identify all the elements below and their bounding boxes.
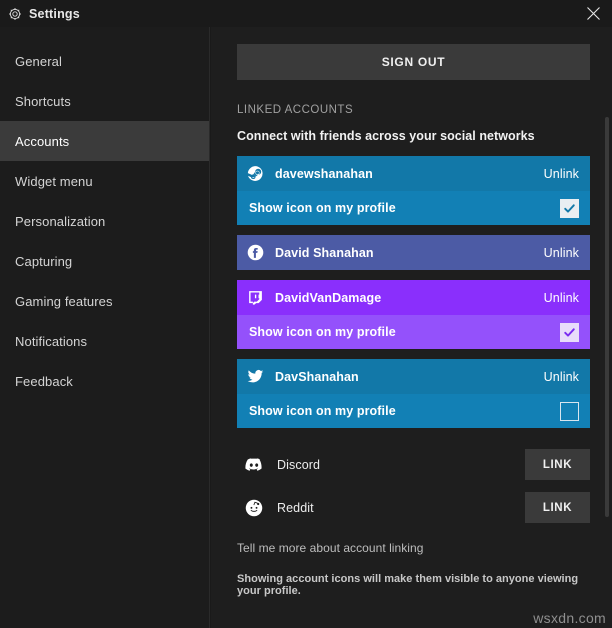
account-username: DavShanahan <box>275 369 359 384</box>
account-card-steam: davewshanahan Unlink Show icon on my pro… <box>237 156 590 225</box>
facebook-icon <box>247 244 264 261</box>
sidebar-item-widget-menu[interactable]: Widget menu <box>0 161 209 201</box>
unlinked-service-name: Reddit <box>277 500 314 515</box>
sidebar-item-accounts[interactable]: Accounts <box>0 121 209 161</box>
account-username: David Shanahan <box>275 245 374 260</box>
steam-icon <box>247 165 264 182</box>
account-card-header: DavidVanDamage Unlink <box>237 280 590 315</box>
scrollbar-thumb[interactable] <box>605 117 609 517</box>
main-content: SIGN OUT LINKED ACCOUNTS Connect with fr… <box>211 27 612 628</box>
show-icon-checkbox[interactable] <box>560 322 579 342</box>
unlink-button[interactable]: Unlink <box>544 370 579 384</box>
account-card-twitter: DavShanahan Unlink Show icon on my profi… <box>237 359 590 428</box>
sidebar-item-personalization[interactable]: Personalization <box>0 201 209 241</box>
linked-accounts-subtitle: Connect with friends across your social … <box>237 129 535 143</box>
show-icon-checkbox[interactable] <box>560 198 579 218</box>
sign-out-button[interactable]: SIGN OUT <box>237 44 590 80</box>
show-icon-label: Show icon on my profile <box>249 325 396 339</box>
unlink-button[interactable]: Unlink <box>544 246 579 260</box>
sidebar-item-label: Accounts <box>15 133 70 149</box>
show-icon-checkbox[interactable] <box>560 401 579 421</box>
sidebar-item-general[interactable]: General <box>0 41 209 81</box>
title-bar-left: Settings <box>0 7 80 21</box>
sidebar-item-label: Gaming features <box>15 293 113 309</box>
sidebar-item-capturing[interactable]: Capturing <box>0 241 209 281</box>
account-username: DavidVanDamage <box>275 290 382 305</box>
check-icon <box>564 327 575 337</box>
account-card-header: DavShanahan Unlink <box>237 359 590 394</box>
close-button[interactable] <box>574 0 612 27</box>
unlinked-service-name: Discord <box>277 457 321 472</box>
unlinked-row-reddit: Reddit LINK <box>237 486 590 529</box>
reddit-icon <box>237 499 263 517</box>
unlink-button[interactable]: Unlink <box>544 167 579 181</box>
scrollbar-track[interactable] <box>601 27 612 628</box>
account-card-facebook: David Shanahan Unlink <box>237 235 590 270</box>
linked-accounts-list: davewshanahan Unlink Show icon on my pro… <box>237 156 590 428</box>
twitch-icon <box>247 289 264 306</box>
sidebar-item-label: Widget menu <box>15 173 93 189</box>
show-icon-label: Show icon on my profile <box>249 404 396 418</box>
show-icon-row: Show icon on my profile <box>237 191 590 225</box>
sidebar-item-notifications[interactable]: Notifications <box>0 321 209 361</box>
page-title: Settings <box>29 6 80 21</box>
twitter-icon <box>247 368 264 385</box>
sidebar-item-label: Capturing <box>15 253 73 269</box>
sidebar-item-label: Shortcuts <box>15 93 71 109</box>
account-card-header: David Shanahan Unlink <box>237 235 590 270</box>
show-icon-row: Show icon on my profile <box>237 315 590 349</box>
unlink-button[interactable]: Unlink <box>544 291 579 305</box>
gear-icon <box>8 7 22 21</box>
linked-accounts-heading: LINKED ACCOUNTS <box>237 104 354 116</box>
unlinked-accounts-list: Discord LINK Reddit LINK <box>237 443 590 529</box>
profile-visibility-note: Showing account icons will make them vis… <box>237 573 579 597</box>
show-icon-label: Show icon on my profile <box>249 201 396 215</box>
unlinked-row-discord: Discord LINK <box>237 443 590 486</box>
sidebar-item-shortcuts[interactable]: Shortcuts <box>0 81 209 121</box>
sidebar-item-label: Feedback <box>15 373 73 389</box>
link-button-discord[interactable]: LINK <box>525 449 590 480</box>
sidebar: General Shortcuts Accounts Widget menu P… <box>0 27 210 628</box>
check-icon <box>564 203 575 213</box>
sidebar-item-label: Notifications <box>15 333 88 349</box>
link-button-reddit[interactable]: LINK <box>525 492 590 523</box>
discord-icon <box>237 456 263 474</box>
account-card-header: davewshanahan Unlink <box>237 156 590 191</box>
content-column: SIGN OUT LINKED ACCOUNTS Connect with fr… <box>211 27 612 597</box>
sidebar-item-label: General <box>15 53 62 69</box>
sidebar-item-gaming-features[interactable]: Gaming features <box>0 281 209 321</box>
sidebar-item-feedback[interactable]: Feedback <box>0 361 209 401</box>
account-username: davewshanahan <box>275 166 373 181</box>
sidebar-item-label: Personalization <box>15 213 106 229</box>
account-card-twitch: DavidVanDamage Unlink Show icon on my pr… <box>237 280 590 349</box>
close-icon <box>586 7 600 20</box>
show-icon-row: Show icon on my profile <box>237 394 590 428</box>
title-bar: Settings <box>0 0 612 27</box>
account-linking-help-link[interactable]: Tell me more about account linking <box>237 541 585 555</box>
